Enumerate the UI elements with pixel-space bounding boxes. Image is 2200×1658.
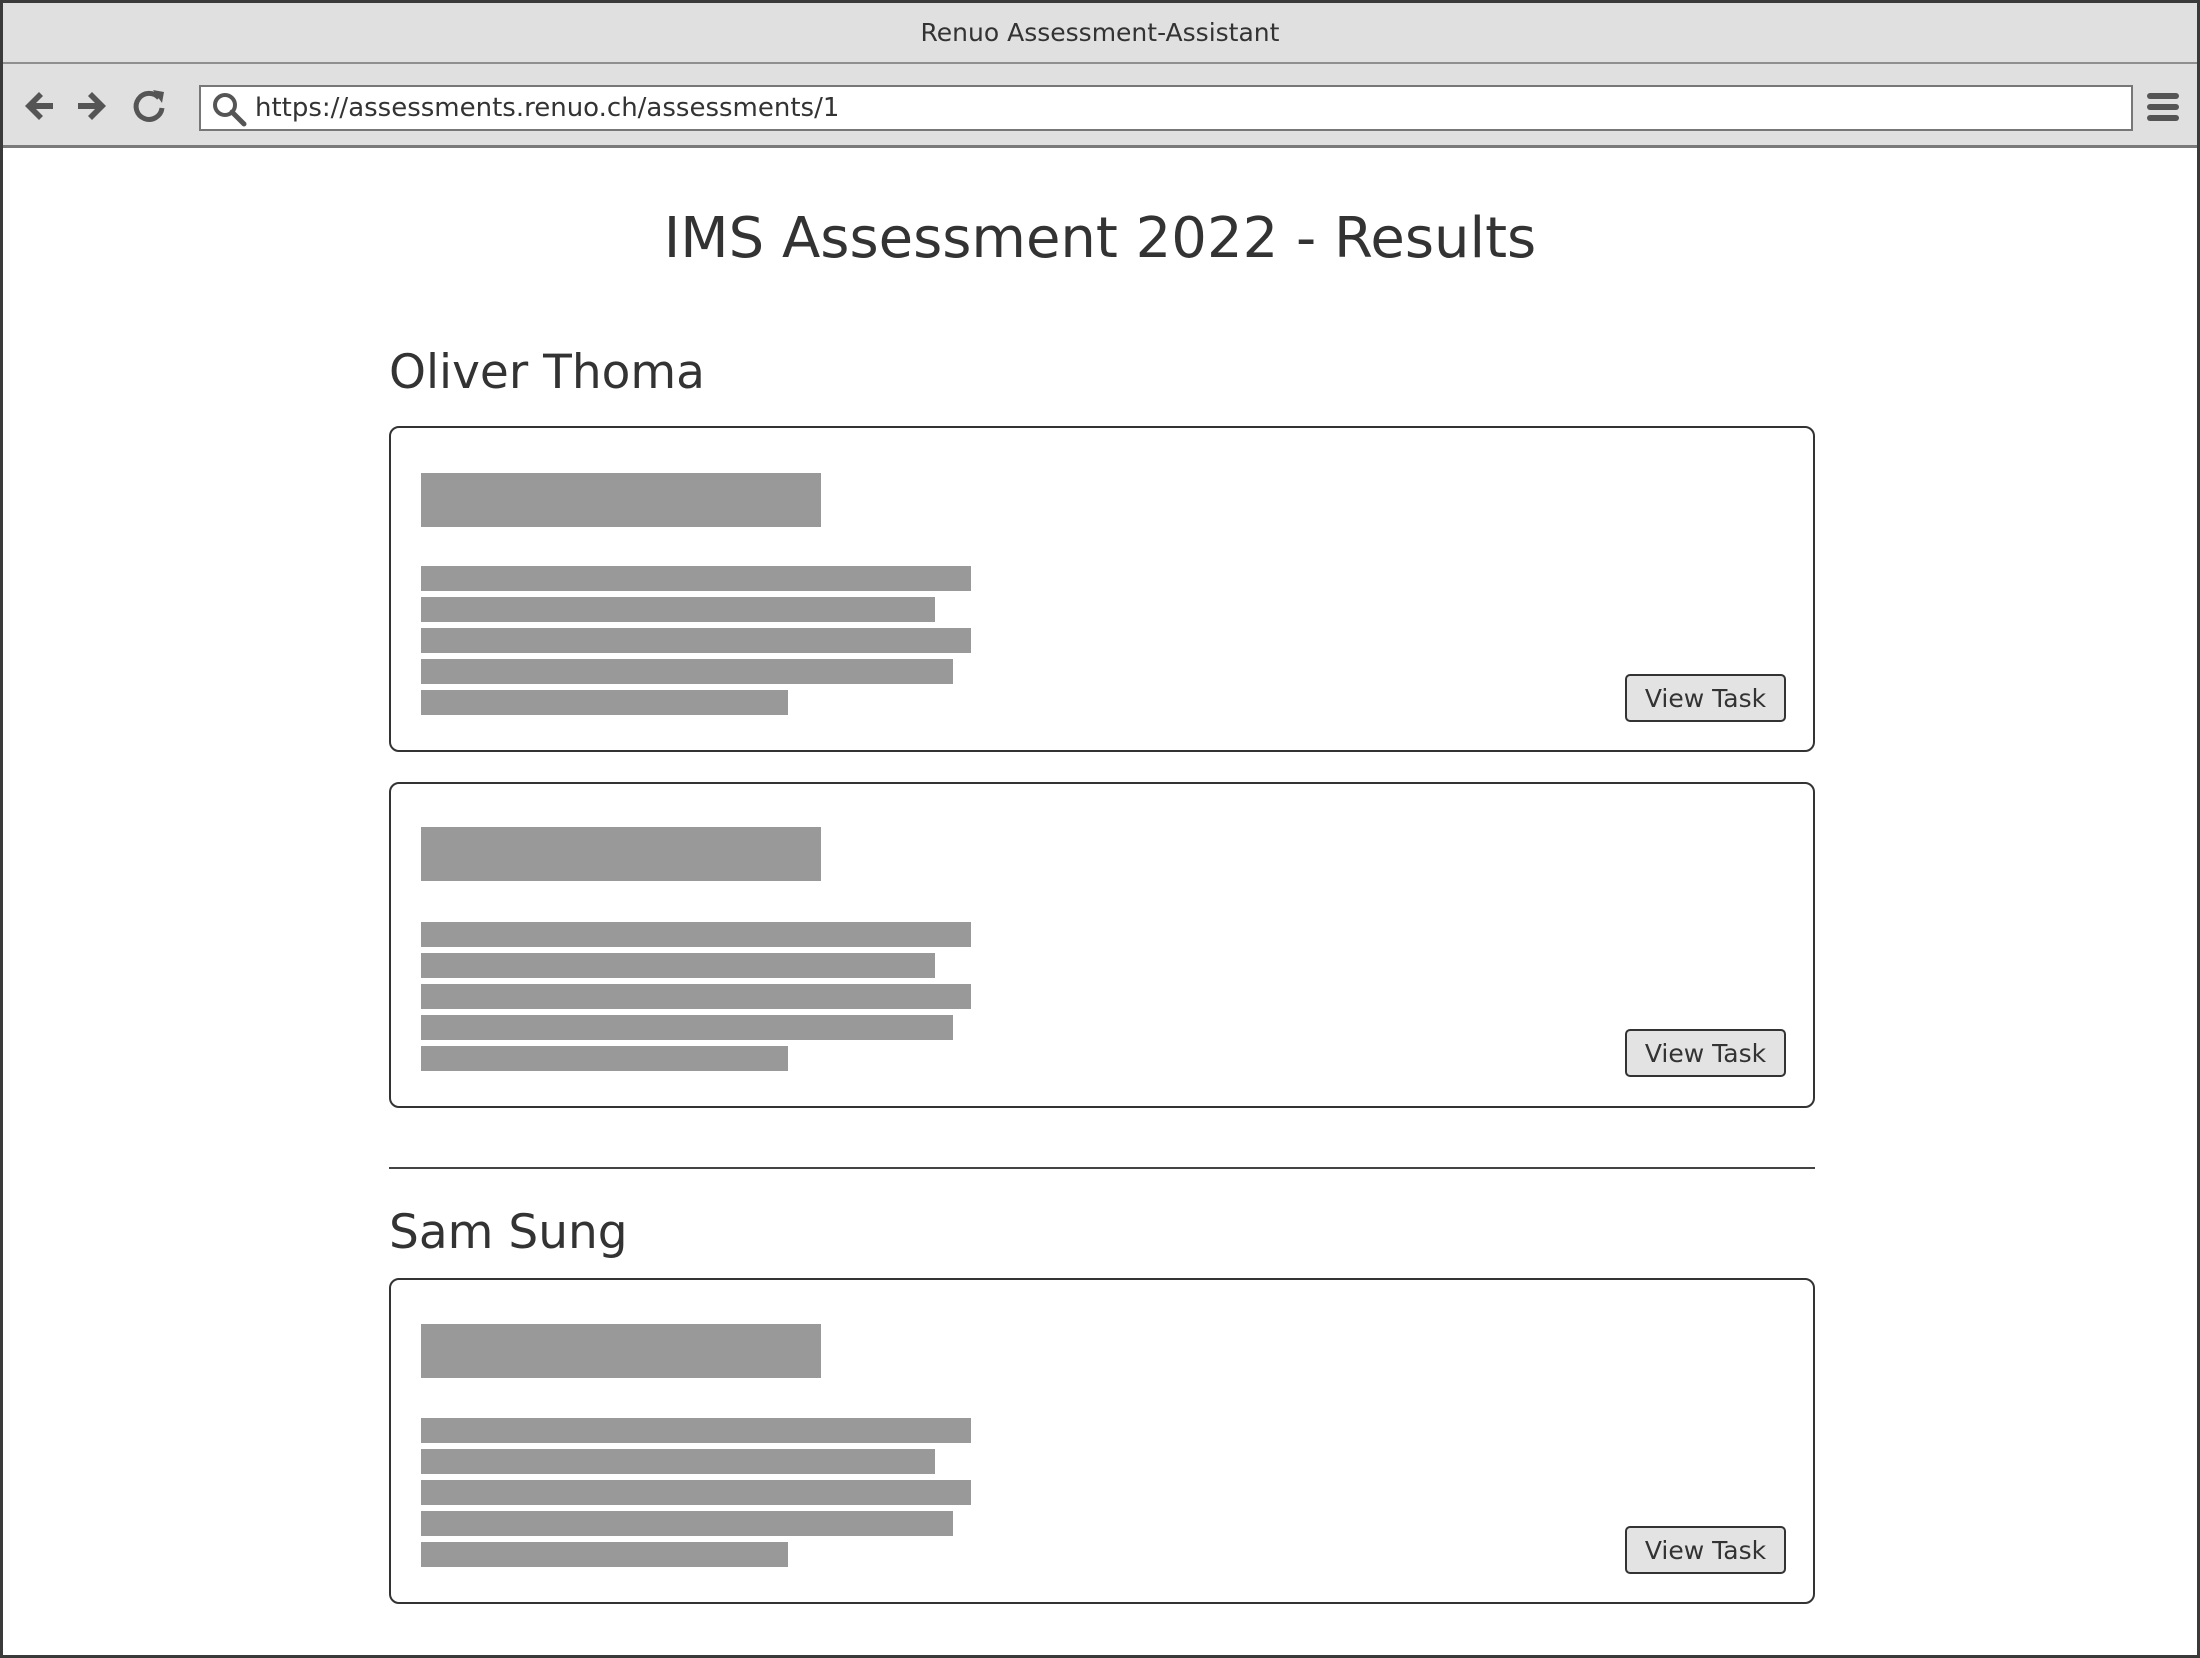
hamburger-menu-icon[interactable] bbox=[2146, 90, 2180, 124]
text-line-placeholder bbox=[421, 1542, 788, 1567]
task-card: View Task bbox=[389, 1278, 1815, 1604]
reload-icon[interactable] bbox=[129, 86, 169, 126]
text-line-placeholder bbox=[421, 659, 953, 684]
window-title: Renuo Assessment-Assistant bbox=[920, 18, 1280, 47]
forward-arrow-icon[interactable] bbox=[71, 86, 111, 126]
page-content: IMS Assessment 2022 - Results Oliver Tho… bbox=[3, 148, 2197, 1655]
task-title-placeholder bbox=[421, 1324, 821, 1378]
candidate-name: Oliver Thoma bbox=[389, 345, 705, 400]
text-line-placeholder bbox=[421, 922, 971, 947]
text-line-placeholder bbox=[421, 690, 788, 715]
page-title: IMS Assessment 2022 - Results bbox=[663, 206, 1537, 271]
browser-toolbar: https://assessments.renuo.ch/assessments… bbox=[3, 64, 2197, 148]
back-arrow-icon[interactable] bbox=[20, 86, 60, 126]
task-title-placeholder bbox=[421, 827, 821, 881]
task-card: View Task bbox=[389, 782, 1815, 1108]
view-task-button[interactable]: View Task bbox=[1625, 1029, 1786, 1077]
text-line-placeholder bbox=[421, 953, 935, 978]
view-task-button[interactable]: View Task bbox=[1625, 1526, 1786, 1574]
text-line-placeholder bbox=[421, 1418, 971, 1443]
text-line-placeholder bbox=[421, 1511, 953, 1536]
text-line-placeholder bbox=[421, 984, 971, 1009]
text-line-placeholder bbox=[421, 628, 971, 653]
task-title-placeholder bbox=[421, 473, 821, 527]
search-icon bbox=[213, 93, 247, 127]
task-card: View Task bbox=[389, 426, 1815, 752]
url-text: https://assessments.renuo.ch/assessments… bbox=[255, 93, 840, 123]
text-line-placeholder bbox=[421, 1480, 971, 1505]
view-task-button[interactable]: View Task bbox=[1625, 674, 1786, 722]
text-line-placeholder bbox=[421, 566, 971, 591]
title-bar: Renuo Assessment-Assistant bbox=[3, 3, 2197, 64]
text-line-placeholder bbox=[421, 1015, 953, 1040]
browser-window: Renuo Assessment-Assistant https://asses… bbox=[0, 0, 2200, 1658]
address-bar[interactable]: https://assessments.renuo.ch/assessments… bbox=[199, 85, 2133, 131]
candidate-name: Sam Sung bbox=[389, 1205, 628, 1260]
section-divider bbox=[389, 1167, 1815, 1169]
text-line-placeholder bbox=[421, 597, 935, 622]
text-line-placeholder bbox=[421, 1449, 935, 1474]
text-line-placeholder bbox=[421, 1046, 788, 1071]
